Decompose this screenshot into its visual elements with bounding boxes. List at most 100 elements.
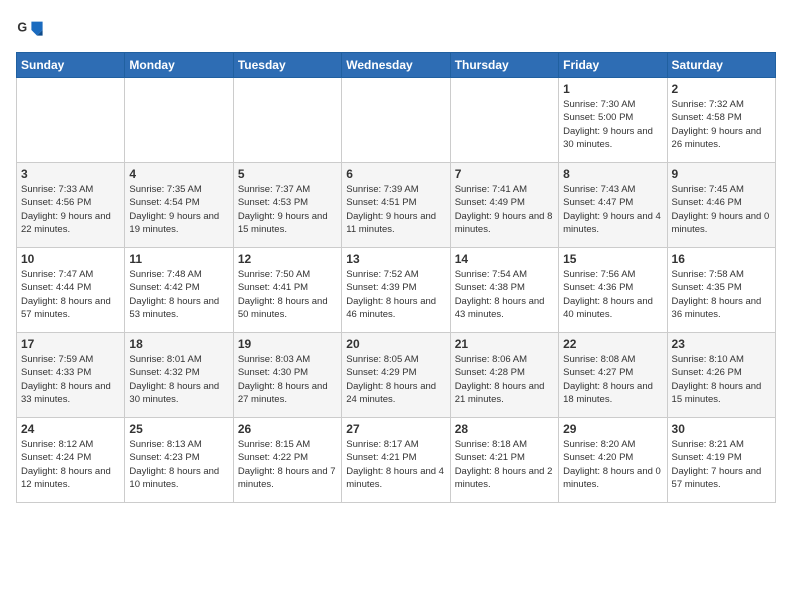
svg-text:G: G — [17, 20, 27, 34]
day-info: Sunrise: 8:18 AM Sunset: 4:21 PM Dayligh… — [455, 438, 554, 491]
weekday-header-wednesday: Wednesday — [342, 53, 450, 78]
week-row-5: 24 Sunrise: 8:12 AM Sunset: 4:24 PM Dayli… — [17, 418, 776, 503]
day-number: 19 — [238, 337, 337, 351]
week-row-3: 10 Sunrise: 7:47 AM Sunset: 4:44 PM Dayli… — [17, 248, 776, 333]
day-info: Sunrise: 7:35 AM Sunset: 4:54 PM Dayligh… — [129, 183, 228, 236]
day-number: 28 — [455, 422, 554, 436]
calendar-cell: 22 Sunrise: 8:08 AM Sunset: 4:27 PM Dayli… — [559, 333, 667, 418]
calendar-cell — [450, 78, 558, 163]
day-info: Sunrise: 7:56 AM Sunset: 4:36 PM Dayligh… — [563, 268, 662, 321]
day-info: Sunrise: 8:08 AM Sunset: 4:27 PM Dayligh… — [563, 353, 662, 406]
calendar-cell: 12 Sunrise: 7:50 AM Sunset: 4:41 PM Dayli… — [233, 248, 341, 333]
day-number: 2 — [672, 82, 771, 96]
weekday-header-friday: Friday — [559, 53, 667, 78]
calendar-cell: 18 Sunrise: 8:01 AM Sunset: 4:32 PM Dayli… — [125, 333, 233, 418]
calendar-cell: 30Sunrise: 8:21 AM Sunset: 4:19 PM Dayli… — [667, 418, 775, 503]
calendar-cell: 4 Sunrise: 7:35 AM Sunset: 4:54 PM Daylig… — [125, 163, 233, 248]
day-number: 23 — [672, 337, 771, 351]
day-info: Sunrise: 8:20 AM Sunset: 4:20 PM Dayligh… — [563, 438, 662, 491]
day-number: 25 — [129, 422, 228, 436]
calendar-cell: 5Sunrise: 7:37 AM Sunset: 4:53 PM Daylig… — [233, 163, 341, 248]
calendar-cell — [17, 78, 125, 163]
day-number: 18 — [129, 337, 228, 351]
calendar-cell — [342, 78, 450, 163]
calendar-cell: 2 Sunrise: 7:32 AM Sunset: 4:58 PM Daylig… — [667, 78, 775, 163]
page-header: G — [16, 16, 776, 44]
day-number: 12 — [238, 252, 337, 266]
day-info: Sunrise: 7:48 AM Sunset: 4:42 PM Dayligh… — [129, 268, 228, 321]
day-info: Sunrise: 7:58 AM Sunset: 4:35 PM Dayligh… — [672, 268, 771, 321]
day-info: Sunrise: 8:03 AM Sunset: 4:30 PM Dayligh… — [238, 353, 337, 406]
logo-icon: G — [16, 16, 44, 44]
day-number: 24 — [21, 422, 120, 436]
day-info: Sunrise: 7:50 AM Sunset: 4:41 PM Dayligh… — [238, 268, 337, 321]
calendar-cell: 16Sunrise: 7:58 AM Sunset: 4:35 PM Dayli… — [667, 248, 775, 333]
day-number: 11 — [129, 252, 228, 266]
calendar-cell — [233, 78, 341, 163]
calendar-cell: 19 Sunrise: 8:03 AM Sunset: 4:30 PM Dayli… — [233, 333, 341, 418]
calendar-cell: 25 Sunrise: 8:13 AM Sunset: 4:23 PM Dayli… — [125, 418, 233, 503]
week-row-1: 1 Sunrise: 7:30 AM Sunset: 5:00 PM Daylig… — [17, 78, 776, 163]
calendar-table: SundayMondayTuesdayWednesdayThursdayFrid… — [16, 52, 776, 503]
day-info: Sunrise: 7:32 AM Sunset: 4:58 PM Dayligh… — [672, 98, 771, 151]
weekday-header-thursday: Thursday — [450, 53, 558, 78]
calendar-cell: 1 Sunrise: 7:30 AM Sunset: 5:00 PM Daylig… — [559, 78, 667, 163]
day-number: 8 — [563, 167, 662, 181]
weekday-header-tuesday: Tuesday — [233, 53, 341, 78]
day-number: 21 — [455, 337, 554, 351]
day-number: 17 — [21, 337, 120, 351]
day-info: Sunrise: 8:12 AM Sunset: 4:24 PM Dayligh… — [21, 438, 120, 491]
day-number: 29 — [563, 422, 662, 436]
day-info: Sunrise: 7:30 AM Sunset: 5:00 PM Dayligh… — [563, 98, 662, 151]
day-info: Sunrise: 7:43 AM Sunset: 4:47 PM Dayligh… — [563, 183, 662, 236]
day-info: Sunrise: 8:01 AM Sunset: 4:32 PM Dayligh… — [129, 353, 228, 406]
day-number: 9 — [672, 167, 771, 181]
calendar-cell: 29 Sunrise: 8:20 AM Sunset: 4:20 PM Dayli… — [559, 418, 667, 503]
calendar-cell: 23Sunrise: 8:10 AM Sunset: 4:26 PM Dayli… — [667, 333, 775, 418]
day-number: 26 — [238, 422, 337, 436]
calendar-cell: 9 Sunrise: 7:45 AM Sunset: 4:46 PM Daylig… — [667, 163, 775, 248]
calendar-cell: 7 Sunrise: 7:41 AM Sunset: 4:49 PM Daylig… — [450, 163, 558, 248]
day-info: Sunrise: 7:39 AM Sunset: 4:51 PM Dayligh… — [346, 183, 445, 236]
calendar-cell: 6 Sunrise: 7:39 AM Sunset: 4:51 PM Daylig… — [342, 163, 450, 248]
day-number: 4 — [129, 167, 228, 181]
weekday-header-monday: Monday — [125, 53, 233, 78]
day-number: 15 — [563, 252, 662, 266]
day-number: 14 — [455, 252, 554, 266]
calendar-cell: 21 Sunrise: 8:06 AM Sunset: 4:28 PM Dayli… — [450, 333, 558, 418]
day-info: Sunrise: 8:06 AM Sunset: 4:28 PM Dayligh… — [455, 353, 554, 406]
day-info: Sunrise: 7:45 AM Sunset: 4:46 PM Dayligh… — [672, 183, 771, 236]
day-info: Sunrise: 8:13 AM Sunset: 4:23 PM Dayligh… — [129, 438, 228, 491]
day-number: 1 — [563, 82, 662, 96]
calendar-cell: 20 Sunrise: 8:05 AM Sunset: 4:29 PM Dayli… — [342, 333, 450, 418]
day-info: Sunrise: 8:05 AM Sunset: 4:29 PM Dayligh… — [346, 353, 445, 406]
day-number: 7 — [455, 167, 554, 181]
day-number: 5 — [238, 167, 337, 181]
day-info: Sunrise: 7:52 AM Sunset: 4:39 PM Dayligh… — [346, 268, 445, 321]
day-info: Sunrise: 7:59 AM Sunset: 4:33 PM Dayligh… — [21, 353, 120, 406]
calendar-cell: 13 Sunrise: 7:52 AM Sunset: 4:39 PM Dayli… — [342, 248, 450, 333]
day-number: 6 — [346, 167, 445, 181]
day-info: Sunrise: 7:33 AM Sunset: 4:56 PM Dayligh… — [21, 183, 120, 236]
calendar-cell: 27 Sunrise: 8:17 AM Sunset: 4:21 PM Dayli… — [342, 418, 450, 503]
calendar-cell: 14 Sunrise: 7:54 AM Sunset: 4:38 PM Dayli… — [450, 248, 558, 333]
day-number: 13 — [346, 252, 445, 266]
day-info: Sunrise: 7:47 AM Sunset: 4:44 PM Dayligh… — [21, 268, 120, 321]
calendar-cell: 24 Sunrise: 8:12 AM Sunset: 4:24 PM Dayli… — [17, 418, 125, 503]
calendar-cell: 15 Sunrise: 7:56 AM Sunset: 4:36 PM Dayli… — [559, 248, 667, 333]
calendar-cell: 11 Sunrise: 7:48 AM Sunset: 4:42 PM Dayli… — [125, 248, 233, 333]
day-info: Sunrise: 7:41 AM Sunset: 4:49 PM Dayligh… — [455, 183, 554, 236]
weekday-header-sunday: Sunday — [17, 53, 125, 78]
day-info: Sunrise: 8:17 AM Sunset: 4:21 PM Dayligh… — [346, 438, 445, 491]
logo: G — [16, 16, 48, 44]
day-number: 3 — [21, 167, 120, 181]
day-number: 22 — [563, 337, 662, 351]
day-info: Sunrise: 8:15 AM Sunset: 4:22 PM Dayligh… — [238, 438, 337, 491]
day-number: 20 — [346, 337, 445, 351]
calendar-cell: 28 Sunrise: 8:18 AM Sunset: 4:21 PM Dayli… — [450, 418, 558, 503]
day-number: 27 — [346, 422, 445, 436]
day-info: Sunrise: 7:54 AM Sunset: 4:38 PM Dayligh… — [455, 268, 554, 321]
calendar-cell: 17 Sunrise: 7:59 AM Sunset: 4:33 PM Dayli… — [17, 333, 125, 418]
day-number: 10 — [21, 252, 120, 266]
weekday-header-saturday: Saturday — [667, 53, 775, 78]
